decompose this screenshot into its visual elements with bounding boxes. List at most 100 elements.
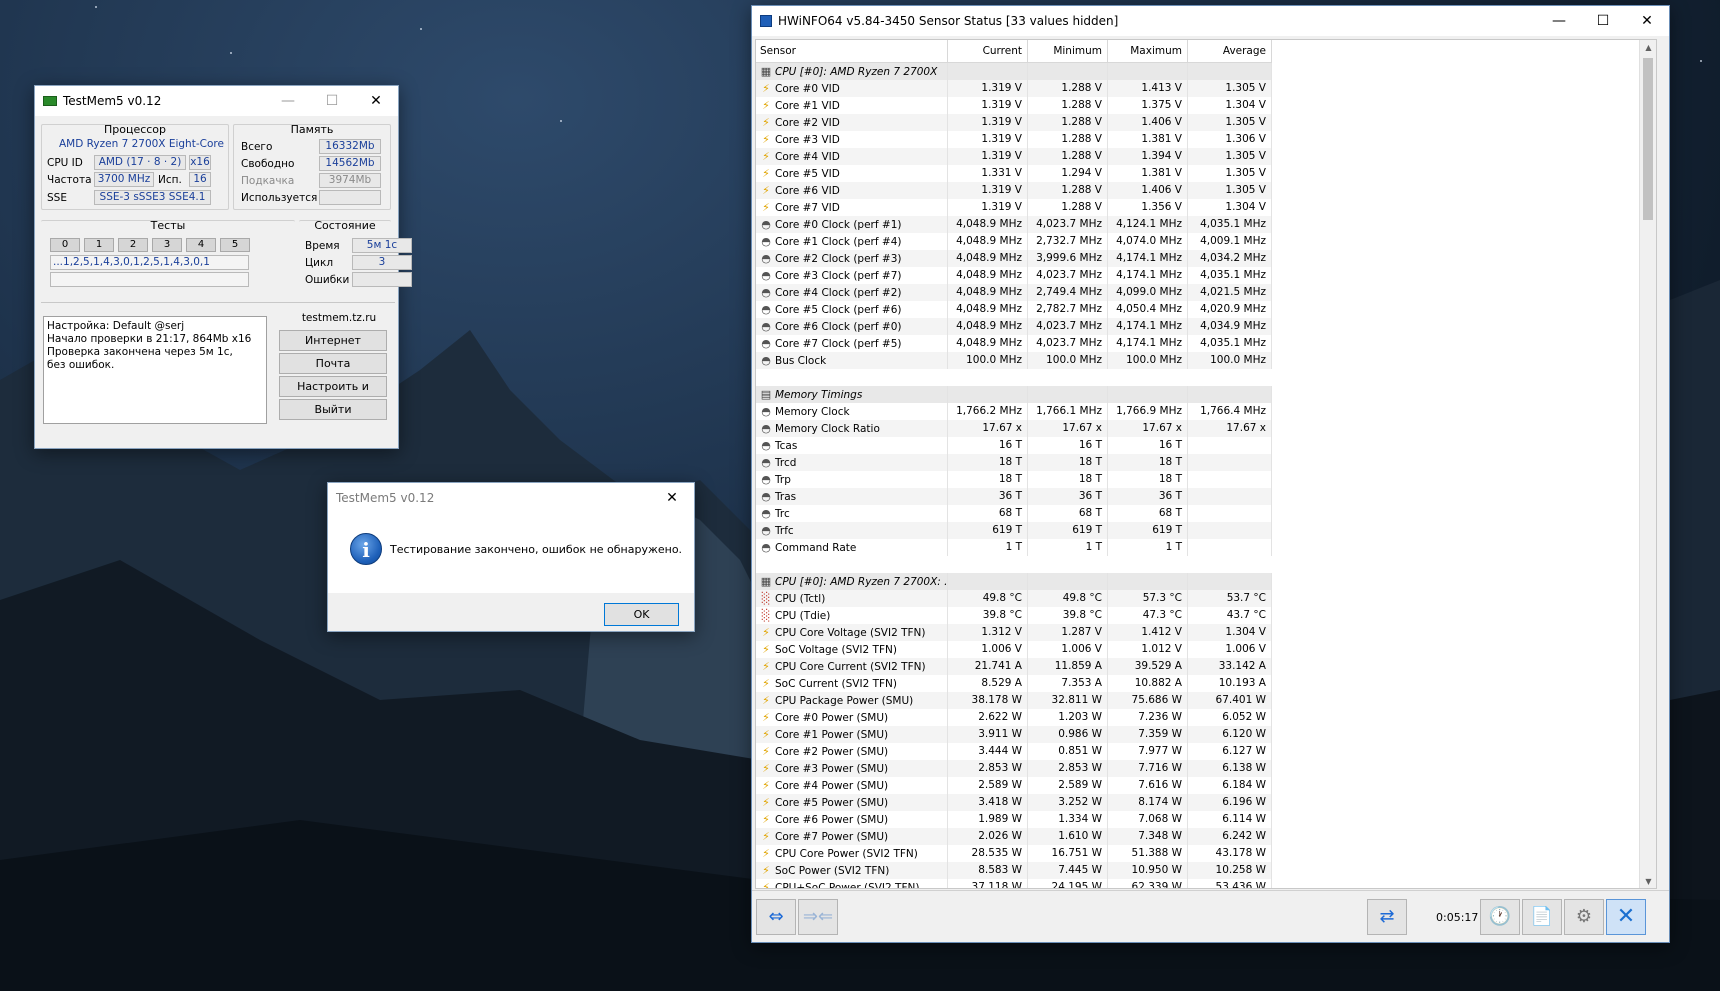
sensor-label: SoC Current (SVI2 TFN) <box>775 678 897 690</box>
network-button[interactable]: ⇄ <box>1367 899 1407 935</box>
maximize-button[interactable]: ☐ <box>310 86 354 116</box>
clock-icon: ◓ <box>761 541 771 554</box>
sensor-row[interactable]: ⚡ Core #3 Power (SMU) 2.853 W 2.853 W 7.716 … <box>756 760 1272 777</box>
minimize-button[interactable]: — <box>266 86 310 116</box>
sensor-row[interactable]: ⚡ Core #4 VID 1.319 V 1.288 V 1.394 V 1.305 V <box>756 148 1272 165</box>
sensor-row[interactable]: ◓ Trc 68 T 68 T 68 T <box>756 505 1272 522</box>
sensor-row[interactable]: ◓ Tras 36 T 36 T 36 T <box>756 488 1272 505</box>
sensor-group-row[interactable]: ▤ Memory Timings <box>756 386 1272 403</box>
sensor-row[interactable]: ◓ Tcas 16 T 16 T 16 T <box>756 437 1272 454</box>
tests-header: Тесты <box>150 219 186 232</box>
sensor-row[interactable]: ⚡ SoC Voltage (SVI2 TFN) 1.006 V 1.006 V 1.0… <box>756 641 1272 658</box>
sensor-row[interactable]: ⚡ Core #5 Power (SMU) 3.418 W 3.252 W 8.174 … <box>756 794 1272 811</box>
value-average: 43.7 °C <box>1188 607 1272 624</box>
value-minimum <box>1028 573 1108 590</box>
sensor-row[interactable]: ⚡ Core #4 Power (SMU) 2.589 W 2.589 W 7.616 … <box>756 777 1272 794</box>
value-minimum: 1.288 V <box>1028 182 1108 199</box>
sensor-row[interactable]: ⚡ Core #2 VID 1.319 V 1.288 V 1.406 V 1.305 V <box>756 114 1272 131</box>
sensor-row[interactable]: ◓ Trfc 619 T 619 T 619 T <box>756 522 1272 539</box>
value-current: 4,048.9 MHz <box>948 301 1028 318</box>
clock-icon: 🕐 <box>1488 906 1512 927</box>
log-box[interactable]: Настройка: Default @serj Начало проверки… <box>43 316 267 424</box>
internet-button[interactable]: Интернет <box>279 330 387 351</box>
expand-columns-button[interactable]: ⇔ <box>756 899 796 935</box>
close-button[interactable]: ✕ <box>1625 6 1669 36</box>
exit-button[interactable]: Выйти <box>279 399 387 420</box>
ok-button[interactable]: OK <box>604 603 679 626</box>
sensor-row[interactable]: ⚡ Core #1 VID 1.319 V 1.288 V 1.375 V 1.304 V <box>756 97 1272 114</box>
value-minimum: 2,732.7 MHz <box>1028 233 1108 250</box>
dialog-close-button[interactable]: ✕ <box>650 483 694 513</box>
sensor-row[interactable]: ⚡ Core #7 VID 1.319 V 1.288 V 1.356 V 1.304 V <box>756 199 1272 216</box>
sensor-row[interactable]: ◓ Core #7 Clock (perf #5) 4,048.9 MHz 4,023… <box>756 335 1272 352</box>
sse-label: SSE <box>47 192 67 204</box>
sensor-group-row[interactable]: ▦ CPU [#0]: AMD Ryzen 7 2700X <box>756 63 1272 80</box>
sensor-row[interactable]: ◓ Core #3 Clock (perf #7) 4,048.9 MHz 4,023… <box>756 267 1272 284</box>
value-average <box>1188 437 1272 454</box>
dialog-titlebar[interactable]: TestMem5 v0.12 ✕ <box>328 483 694 513</box>
column-header-maximum[interactable]: Maximum <box>1108 40 1188 62</box>
sensor-row[interactable]: ⚡ CPU Core Voltage (SVI2 TFN) 1.312 V 1.287… <box>756 624 1272 641</box>
reset-timer-button[interactable]: 🕐 <box>1480 899 1520 935</box>
sensor-label: CPU Core Power (SVI2 TFN) <box>775 848 918 860</box>
sensor-row[interactable]: ◓ Core #0 Clock (perf #1) 4,048.9 MHz 4,023… <box>756 216 1272 233</box>
sensor-row[interactable]: ◓ Memory Clock 1,766.2 MHz 1,766.1 MHz 1,766… <box>756 403 1272 420</box>
clock-icon: ◓ <box>761 439 771 452</box>
minimize-button[interactable]: — <box>1537 6 1581 36</box>
column-header-sensor[interactable]: Sensor <box>756 40 948 62</box>
sensor-row[interactable]: ⚡ CPU Package Power (SMU) 38.178 W 32.811 W… <box>756 692 1272 709</box>
sensor-row[interactable]: ⚡ SoC Power (SVI2 TFN) 8.583 W 7.445 W 10.95… <box>756 862 1272 879</box>
scroll-down-arrow-icon[interactable]: ▼ <box>1640 874 1656 888</box>
log-file-button[interactable]: 📄 <box>1522 899 1562 935</box>
sensor-row[interactable]: ⚡ Core #5 VID 1.331 V 1.294 V 1.381 V 1.305 V <box>756 165 1272 182</box>
column-header-minimum[interactable]: Minimum <box>1028 40 1108 62</box>
testmem5-titlebar[interactable]: TestMem5 v0.12 — ☐ ✕ <box>35 86 398 116</box>
sensor-row[interactable]: ◓ Trp 18 T 18 T 18 T <box>756 471 1272 488</box>
sensor-row[interactable]: ◓ Core #1 Clock (perf #4) 4,048.9 MHz 2,732… <box>756 233 1272 250</box>
scroll-up-arrow-icon[interactable]: ▲ <box>1640 40 1656 56</box>
sensor-row[interactable]: ⚡ Core #2 Power (SMU) 3.444 W 0.851 W 7.977 … <box>756 743 1272 760</box>
sensor-row[interactable]: ◓ Core #4 Clock (perf #2) 4,048.9 MHz 2,749… <box>756 284 1272 301</box>
sensor-row[interactable]: ⚡ CPU+SoC Power (SVI2 TFN) 37.118 W 24.195 … <box>756 879 1272 888</box>
sensor-row[interactable]: ░ CPU (Tdie) 39.8 °C 39.8 °C 47.3 °C 43.7 °C <box>756 607 1272 624</box>
sensor-row[interactable]: ⚡ CPU Core Current (SVI2 TFN) 21.741 A 11.8… <box>756 658 1272 675</box>
configure-exit-button[interactable]: Настроить и выйти <box>279 376 387 412</box>
sensor-row[interactable]: ◓ Core #5 Clock (perf #6) 4,048.9 MHz 2,782… <box>756 301 1272 318</box>
close-sensors-button[interactable]: ✕ <box>1606 899 1646 935</box>
sensor-row[interactable]: ░ CPU (Tctl) 49.8 °C 49.8 °C 57.3 °C 53.7 °C <box>756 590 1272 607</box>
sensor-row[interactable]: ◓ Core #2 Clock (perf #3) 4,048.9 MHz 3,999… <box>756 250 1272 267</box>
sensor-row[interactable]: ⚡ Core #0 Power (SMU) 2.622 W 1.203 W 7.236 … <box>756 709 1272 726</box>
sensor-row[interactable]: ⚡ Core #0 VID 1.319 V 1.288 V 1.413 V 1.305 V <box>756 80 1272 97</box>
maximize-button[interactable]: ☐ <box>1581 6 1625 36</box>
collapse-columns-button[interactable]: ⇒⇐ <box>798 899 838 935</box>
sensor-table[interactable]: Sensor Current Minimum Maximum Average ▦… <box>755 39 1657 889</box>
sensor-row[interactable]: ⚡ CPU Core Power (SVI2 TFN) 28.535 W 16.751… <box>756 845 1272 862</box>
sensor-row[interactable]: ◓ Bus Clock 100.0 MHz 100.0 MHz 100.0 MHz 100… <box>756 352 1272 369</box>
sensor-row[interactable]: ⚡ Core #7 Power (SMU) 2.026 W 1.610 W 7.348 … <box>756 828 1272 845</box>
sensor-row[interactable]: ◓ Trcd 18 T 18 T 18 T <box>756 454 1272 471</box>
cpuid-threads-field: x16 <box>189 155 211 170</box>
sensor-row[interactable]: ⚡ Core #1 Power (SMU) 3.911 W 0.986 W 7.359 … <box>756 726 1272 743</box>
value-current: 619 T <box>948 522 1028 539</box>
column-header-current[interactable]: Current <box>948 40 1028 62</box>
sensor-name: ⚡ Core #2 VID <box>756 114 948 131</box>
vertical-scrollbar[interactable]: ▲ ▼ <box>1639 40 1656 888</box>
scrollbar-thumb[interactable] <box>1643 58 1653 220</box>
hwinfo-titlebar[interactable]: HWiNFO64 v5.84-3450 Sensor Status [33 va… <box>752 6 1669 36</box>
value-average: 4,009.1 MHz <box>1188 233 1272 250</box>
sensor-row[interactable]: ◓ Command Rate 1 T1 T1 T <box>756 539 1272 556</box>
sensor-group-row[interactable]: ▦ CPU [#0]: AMD Ryzen 7 2700X: ... <box>756 573 1272 590</box>
sensor-row[interactable]: ◓ Core #6 Clock (perf #0) 4,048.9 MHz 4,023… <box>756 318 1272 335</box>
settings-button[interactable]: ⚙ <box>1564 899 1604 935</box>
sensor-row[interactable]: ⚡ SoC Current (SVI2 TFN) 8.529 A 7.353 A 10.… <box>756 675 1272 692</box>
mail-button[interactable]: Почта <box>279 353 387 374</box>
sensor-row[interactable]: ⚡ Core #3 VID 1.319 V 1.288 V 1.381 V 1.306 V <box>756 131 1272 148</box>
sensor-name: ⚡ Core #0 Power (SMU) <box>756 709 948 726</box>
value-minimum: 11.859 A <box>1028 658 1108 675</box>
sensor-row[interactable]: ◓ Memory Clock Ratio 17.67 x 17.67 x 17.67 x… <box>756 420 1272 437</box>
close-button[interactable]: ✕ <box>354 86 398 116</box>
spacer-row <box>756 556 1272 573</box>
sensor-row[interactable]: ⚡ Core #6 VID 1.319 V 1.288 V 1.406 V 1.305 V <box>756 182 1272 199</box>
sensor-row[interactable]: ⚡ Core #6 Power (SMU) 1.989 W 1.334 W 7.068 … <box>756 811 1272 828</box>
column-header-average[interactable]: Average <box>1188 40 1272 62</box>
